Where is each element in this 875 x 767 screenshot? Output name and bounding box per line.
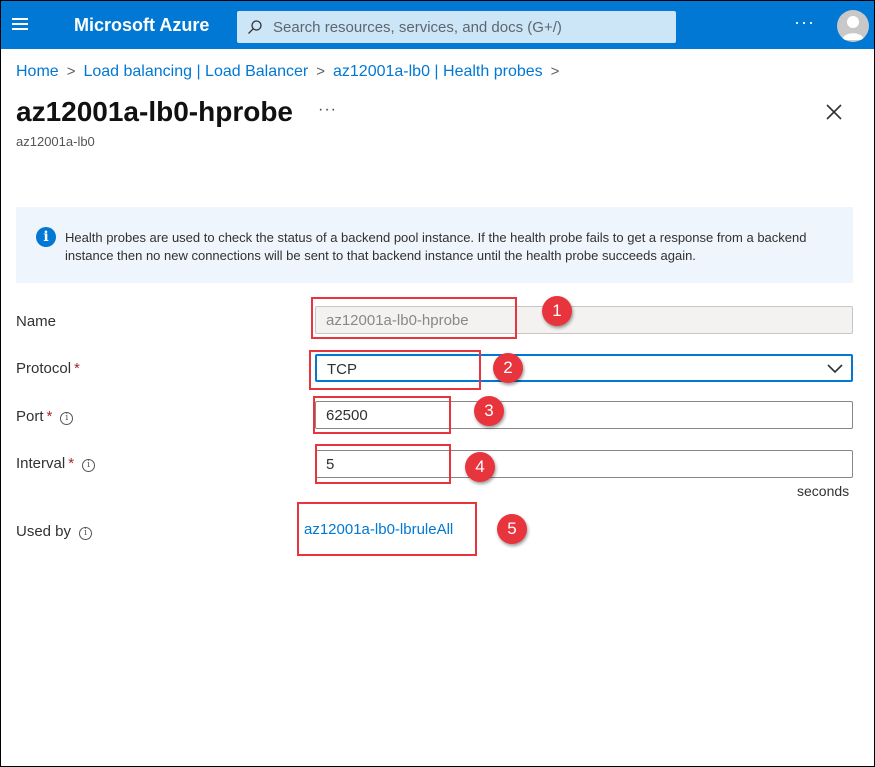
search-icon	[248, 20, 262, 34]
annotation-badge: 1	[542, 296, 572, 326]
brand-title[interactable]: Microsoft Azure	[74, 15, 209, 36]
breadcrumb-health-probes[interactable]: az12001a-lb0 | Health probes	[333, 63, 543, 80]
info-tooltip-icon[interactable]: i	[60, 412, 74, 425]
protocol-label: Protocol *	[16, 360, 80, 377]
annotation-badge: 5	[497, 514, 527, 544]
info-icon: i	[36, 227, 56, 247]
info-tooltip-icon[interactable]: i	[79, 527, 93, 540]
breadcrumb-load-balancing[interactable]: Load balancing | Load Balancer	[83, 63, 308, 80]
annotation-badge: 3	[474, 396, 504, 426]
user-icon	[842, 16, 864, 40]
annotation-badge: 4	[465, 452, 495, 482]
chevron-right-icon: >	[550, 63, 560, 80]
chevron-right-icon: >	[66, 63, 76, 80]
annotation-badge: 2	[493, 353, 523, 383]
more-options-button[interactable]: ···	[794, 12, 815, 33]
breadcrumb-home[interactable]: Home	[16, 63, 59, 80]
info-text: Health probes are used to check the stat…	[65, 230, 807, 263]
info-banner: i Health probes are used to check the st…	[16, 207, 853, 283]
top-bar: Microsoft Azure Search resources, servic…	[1, 1, 874, 49]
annotation-highlight	[313, 396, 451, 434]
chevron-down-icon	[827, 364, 843, 374]
page-subtitle: az12001a-lb0	[16, 134, 95, 149]
required-marker: *	[74, 360, 80, 377]
annotation-highlight	[297, 502, 477, 556]
used-by-label: Used by i	[16, 523, 93, 540]
search-placeholder: Search resources, services, and docs (G+…	[273, 19, 562, 36]
search-box[interactable]: Search resources, services, and docs (G+…	[237, 11, 676, 43]
name-label: Name	[16, 313, 57, 330]
required-marker: *	[46, 408, 53, 425]
chevron-right-icon: >	[316, 63, 325, 80]
annotation-highlight	[311, 297, 517, 339]
avatar[interactable]	[837, 10, 869, 42]
interval-unit: seconds	[797, 483, 850, 499]
page-title: az12001a-lb0-hprobe	[16, 96, 293, 127]
info-tooltip-icon[interactable]: i	[82, 459, 96, 472]
required-marker: *	[68, 455, 75, 472]
close-icon[interactable]	[824, 102, 844, 122]
breadcrumb: Home > Load balancing | Load Balancer > az12…	[16, 63, 567, 81]
interval-label: Interval * i	[16, 455, 96, 472]
port-label: Port * i	[16, 408, 74, 425]
menu-icon[interactable]	[12, 15, 32, 35]
annotation-highlight	[309, 350, 481, 390]
title-more-button[interactable]: ···	[318, 101, 337, 119]
annotation-highlight	[315, 444, 451, 484]
